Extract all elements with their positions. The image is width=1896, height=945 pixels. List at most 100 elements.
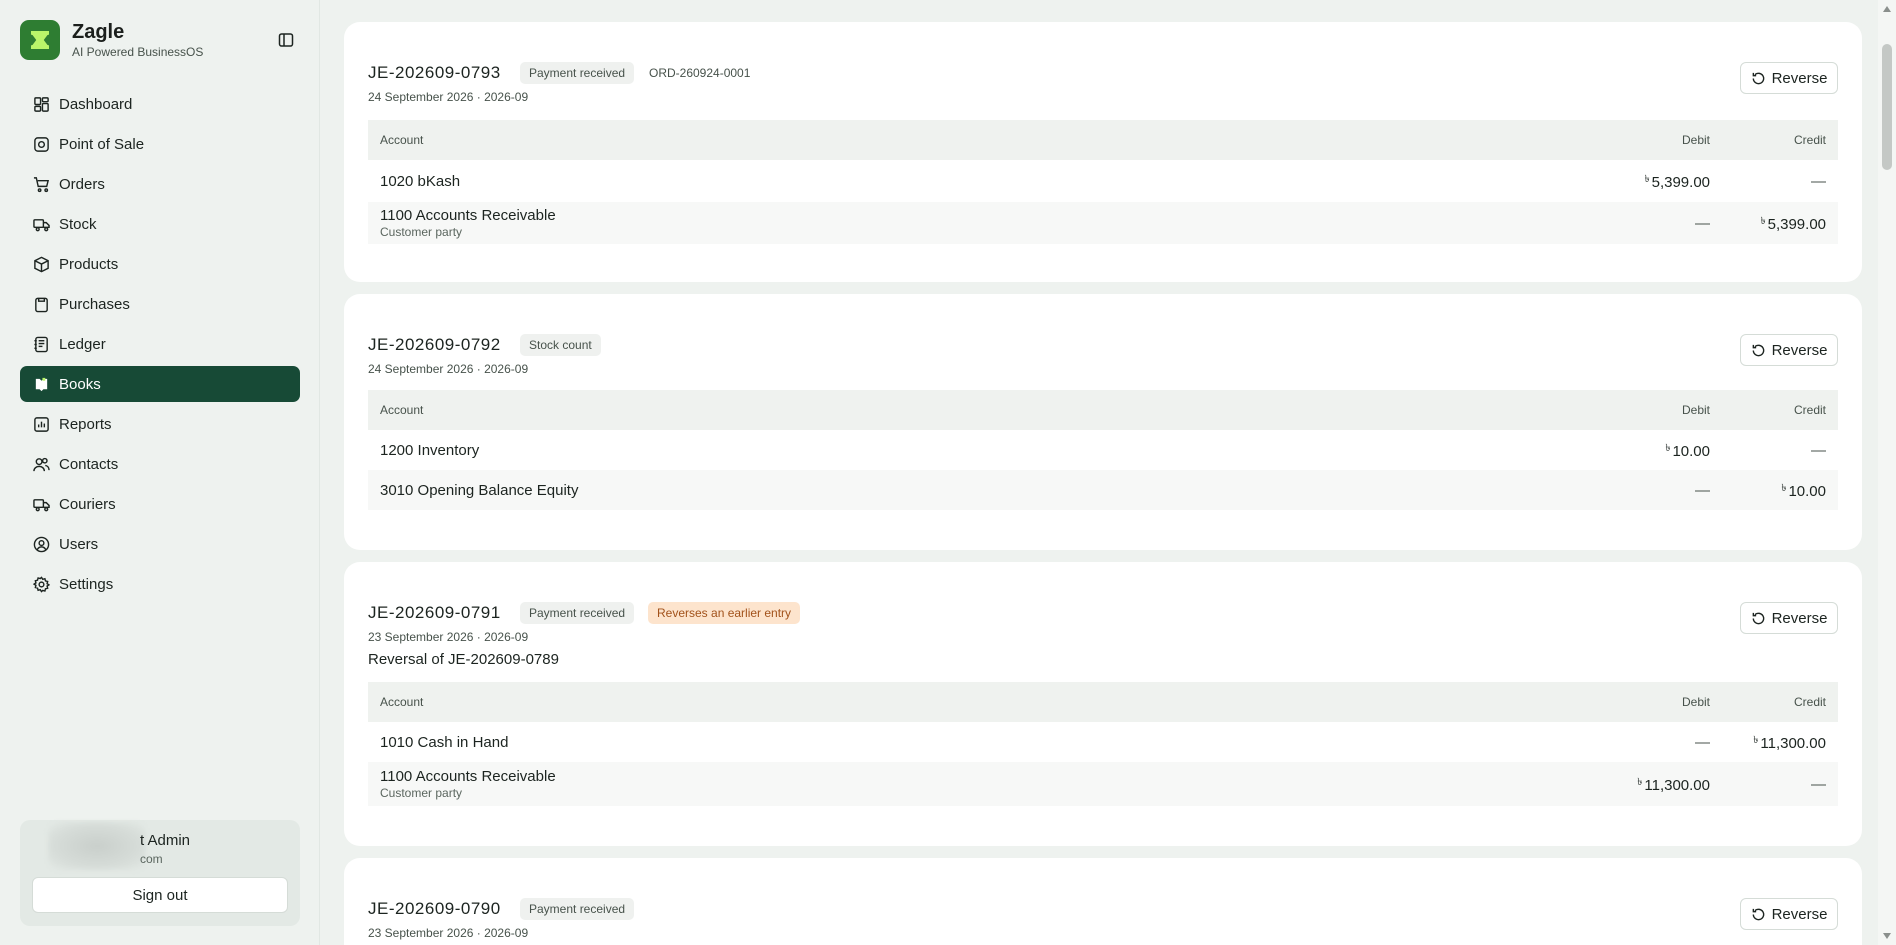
column-credit: Credit [1793,695,1826,709]
line-party: Customer party [380,786,463,800]
column-account: Account [380,695,424,709]
app-name: Zagle [72,21,125,43]
line-account: 3010 Opening Balance Equity [380,481,579,499]
line-party: Customer party [380,225,463,239]
sidebar-item-couriers[interactable]: Couriers [20,486,300,522]
reverse-label: Reverse [1771,341,1828,359]
table-row: 3010 Opening Balance Equity — ৳ 10.00 [368,470,1838,510]
sidebar-item-users[interactable]: Users [20,526,300,562]
column-debit: Debit [1681,403,1710,417]
line-account: 1100 Accounts Receivable Customer party [368,768,1590,800]
entry-id: JE-202609-0792 [368,335,501,354]
sidebar-toggle-icon[interactable] [276,30,296,50]
reverse-icon [1752,72,1764,84]
sidebar-item-orders[interactable]: Orders [20,166,300,202]
reverse-icon [1752,344,1764,356]
entry-memo: Reversal of JE-202609-0789 [368,651,559,668]
table-row: 1200 Inventory ৳ 10.00 — [368,430,1838,470]
sidebar-item-purchases[interactable]: Purchases [20,286,300,322]
entry-date: 23 September 2026 · 2026-09 [368,630,529,644]
entry-reference: ORD-260924-0001 [649,66,751,80]
package-icon [32,255,50,273]
reverse-icon [1752,612,1764,624]
line-credit: — [1811,441,1826,459]
brand[interactable]: Zagle AI Powered BusinessOS [20,20,203,60]
sidebar-item-dashboard[interactable]: Dashboard [20,86,300,122]
sidebar-item-point-of-sale[interactable]: Point of Sale [20,126,300,162]
table-header: Account Debit Credit [368,120,1838,160]
table-row: 1010 Cash in Hand — ৳ 11,300.00 [368,722,1838,762]
scroll-up-icon[interactable] [1882,4,1892,14]
sidebar-item-stock[interactable]: Stock [20,206,300,242]
sidebar-item-reports[interactable]: Reports [20,406,300,442]
sidebar-item-label: Books [59,375,101,393]
entry-date: 24 September 2026 · 2026-09 [368,362,529,376]
sidebar-item-label: Stock [59,215,97,233]
book-icon [32,335,50,353]
sidebar-item-label: Ledger [59,335,106,353]
table-header: Account Debit Credit [368,682,1838,722]
cart-icon [32,175,50,193]
scroll-thumb[interactable] [1882,44,1892,170]
reverse-button[interactable]: Reverse [1740,62,1838,94]
dashboard-icon [32,95,50,113]
entry-id: JE-202609-0791 [368,603,501,622]
sidebar-item-contacts[interactable]: Contacts [20,446,300,482]
line-account: 1010 Cash in Hand [380,733,509,751]
line-debit: — [1695,481,1710,499]
sidebar-item-label: Settings [59,575,114,593]
users-icon [32,455,50,473]
reverse-button[interactable]: Reverse [1740,334,1838,366]
line-debit: ৳ 10.00 [1665,442,1710,460]
avatar [48,822,146,870]
sign-out-button[interactable]: Sign out [32,877,288,913]
gear-icon [32,575,50,593]
scroll-down-icon[interactable] [1882,931,1892,941]
reverse-label: Reverse [1771,69,1828,87]
entry-lines-table: Account Debit Credit 1010 Cash in Hand —… [368,682,1838,806]
line-debit: — [1695,733,1710,751]
sidebar-item-label: Purchases [59,295,130,313]
entry-type-badge: Payment received [520,62,635,84]
line-debit: — [1695,214,1710,232]
sidebar-item-settings[interactable]: Settings [20,566,300,602]
truck-icon [32,215,50,233]
line-account: 1200 Inventory [380,441,480,459]
user-circle-icon [32,535,50,553]
sidebar-item-label: Products [59,255,119,273]
column-credit: Credit [1793,133,1826,147]
line-debit: ৳ 11,300.00 [1637,776,1710,794]
app-tagline: AI Powered BusinessOS [72,45,204,59]
point-of-sale-icon [32,135,50,153]
table-row: 1020 bKash ৳ 5,399.00 — [368,160,1838,202]
sidebar-item-label: Orders [59,175,105,193]
journal-entries-list: JE-202609-0793 Payment received ORD-2609… [320,0,1876,945]
sidebar-item-books[interactable]: Books [20,366,300,402]
line-credit: ৳ 10.00 [1781,482,1826,500]
reversal-badge: Reverses an earlier entry [648,602,801,624]
reverse-button[interactable]: Reverse [1740,602,1838,634]
line-debit: ৳ 5,399.00 [1644,173,1710,191]
sidebar-item-products[interactable]: Products [20,246,300,282]
reverse-label: Reverse [1771,609,1828,627]
sidebar-item-ledger[interactable]: Ledger [20,326,300,362]
line-account: 1100 Accounts Receivable Customer party [368,207,1590,239]
sidebar-item-label: Reports [59,415,112,433]
column-account: Account [380,133,424,147]
journal-entry-card: JE-202609-0791 Payment received Reverses… [344,562,1862,846]
sidebar-item-label: Users [59,535,99,553]
line-credit: — [1811,172,1826,190]
scrollbar[interactable] [1878,0,1896,945]
reverse-icon [1752,908,1764,920]
reverse-button[interactable]: Reverse [1740,898,1838,930]
table-row: 1100 Accounts Receivable Customer party … [368,762,1838,806]
zagle-logo-icon [20,20,60,60]
column-debit: Debit [1681,133,1710,147]
sidebar-nav: Dashboard Point of Sale Orders Stock Pro… [20,86,300,606]
entry-type-badge: Payment received [520,602,635,624]
clipboard-icon [32,295,50,313]
user-email: com [140,852,163,866]
sidebar-item-label: Couriers [59,495,116,513]
entry-lines-table: Account Debit Credit 1200 Inventory ৳ 10.… [368,390,1838,510]
user-name: t Admin [140,832,191,849]
